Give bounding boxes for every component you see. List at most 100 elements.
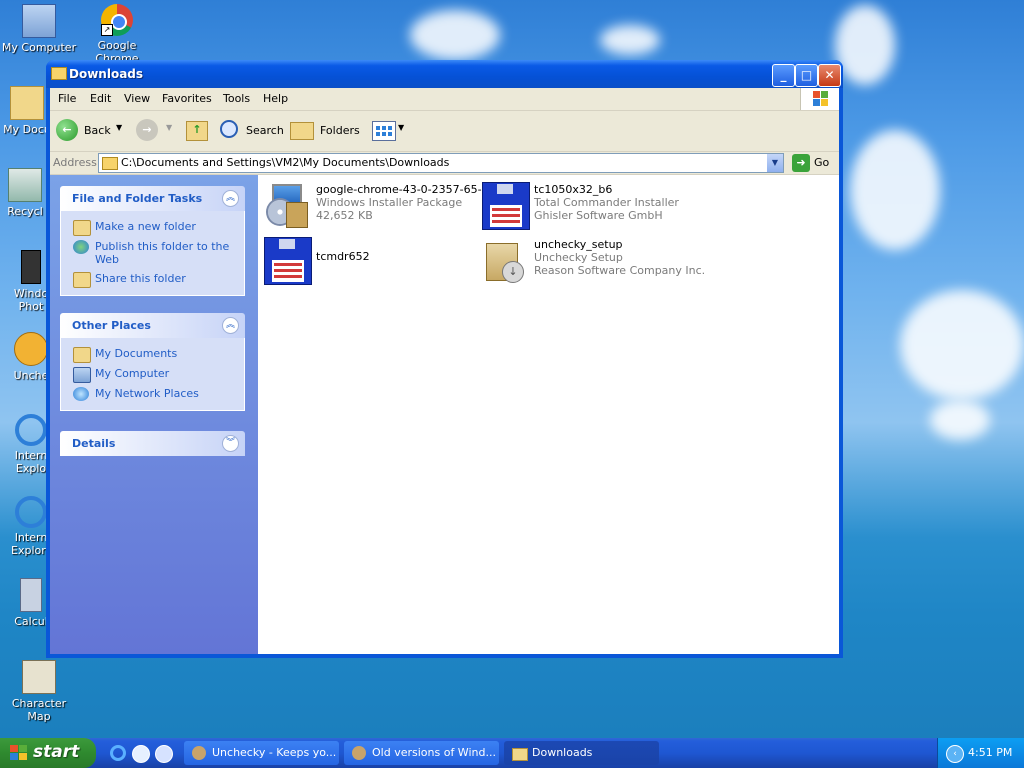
address-bar: Address C:\Documents and Settings\VM2\My…: [50, 152, 839, 175]
desktop-icon-label: Windo Phot: [13, 287, 49, 313]
forward-arrow-icon: →: [136, 119, 158, 141]
maximize-button[interactable]: □: [795, 64, 818, 87]
go-arrow-icon: ➜: [792, 154, 810, 172]
window-title: Downloads: [69, 67, 144, 81]
start-button[interactable]: start: [0, 738, 96, 768]
address-input[interactable]: C:\Documents and Settings\VM2\My Documen…: [98, 153, 784, 173]
panel-header[interactable]: File and Folder Tasks ︽: [60, 186, 245, 211]
my-documents-icon: [73, 347, 91, 363]
go-button[interactable]: ➜ Go: [792, 154, 834, 172]
menu-bar: File Edit View Favorites Tools Help: [50, 88, 839, 111]
network-icon: [73, 387, 89, 401]
shortcut-arrow-icon: ↗: [101, 24, 113, 36]
file-item[interactable]: tcmdr652: [260, 233, 480, 285]
recycle-bin-icon: [8, 168, 42, 202]
my-computer-link[interactable]: My Computer: [61, 364, 244, 384]
taskbar-item-unchecky[interactable]: Unchecky - Keeps yo...: [184, 741, 339, 765]
clock[interactable]: 4:51 PM: [968, 746, 1012, 759]
title-bar[interactable]: Downloads _ □ ✕: [46, 60, 843, 88]
desktop-icon-label: Unche: [13, 369, 49, 382]
windows-flag-icon: [10, 745, 28, 761]
floppy-disk-icon: [264, 237, 312, 285]
floppy-disk-icon: [482, 182, 530, 230]
unchecky-icon: [14, 332, 48, 366]
desktop-icon-label: Calcul: [14, 615, 48, 628]
collapse-chevron-icon[interactable]: ︽: [222, 190, 239, 207]
up-folder-icon: ↑: [186, 121, 208, 141]
desktop-icon-label: My Docu: [3, 123, 51, 136]
publish-folder-link[interactable]: Publish this folder to the Web: [61, 237, 244, 269]
folders-icon: [290, 122, 314, 140]
file-list: google-chrome-43-0-2357-65-... Windows I…: [258, 175, 839, 654]
internet-explorer-quicklaunch-icon[interactable]: [110, 745, 126, 761]
make-new-folder-link[interactable]: Make a new folder: [61, 217, 244, 237]
chrome-icon: ↗: [101, 4, 133, 36]
views-button[interactable]: ▼: [372, 119, 408, 143]
menu-help[interactable]: Help: [263, 92, 288, 105]
taskbar-item-downloads[interactable]: Downloads: [504, 741, 659, 765]
views-dropdown-icon[interactable]: ▼: [398, 123, 404, 132]
up-folder-button[interactable]: ↑: [186, 119, 210, 143]
desktop-icon-label: Recycl: [7, 205, 43, 218]
panel-header[interactable]: Details ︾: [60, 431, 245, 456]
expand-chevron-icon[interactable]: ︾: [222, 435, 239, 452]
other-places-panel: Other Places ︽ My Documents My Computer …: [60, 313, 245, 411]
outlook-quicklaunch-icon[interactable]: [132, 745, 150, 763]
task-pane: File and Folder Tasks ︽ Make a new folde…: [50, 175, 258, 654]
search-button[interactable]: Search: [218, 119, 284, 143]
show-hidden-icons-button[interactable]: ‹: [946, 745, 964, 763]
forward-dropdown-icon[interactable]: ▼: [166, 123, 172, 132]
desktop-icon-label: Intern Explo: [14, 449, 48, 475]
my-documents-link[interactable]: My Documents: [61, 344, 244, 364]
address-label: Address: [53, 156, 97, 169]
setup-box-icon: ↓: [482, 237, 528, 283]
file-item[interactable]: ↓ unchecky_setup Unchecky Setup Reason S…: [478, 233, 705, 283]
menu-edit[interactable]: Edit: [90, 92, 111, 105]
address-dropdown-icon[interactable]: ▼: [767, 154, 783, 172]
views-icon: [372, 121, 396, 141]
folder-icon: [102, 157, 118, 170]
folders-button[interactable]: Folders: [290, 119, 360, 143]
computer-icon: [73, 367, 91, 383]
explorer-window: Downloads _ □ ✕ File Edit View Favorites…: [46, 60, 843, 658]
folder-icon: [512, 748, 528, 761]
menu-file[interactable]: File: [58, 92, 76, 105]
close-button[interactable]: ✕: [818, 64, 841, 87]
desktop-icon-label: My Computer: [1, 41, 77, 54]
my-network-places-link[interactable]: My Network Places: [61, 384, 244, 404]
phone-icon: [21, 250, 41, 284]
taskbar-item-old-versions[interactable]: Old versions of Wind...: [344, 741, 499, 765]
share-folder-link[interactable]: Share this folder: [61, 269, 244, 289]
folder-icon: [51, 67, 67, 80]
back-dropdown-icon[interactable]: ▼: [116, 123, 122, 132]
collapse-chevron-icon[interactable]: ︽: [222, 317, 239, 334]
media-player-quicklaunch-icon[interactable]: [155, 745, 173, 763]
desktop-icon-google-chrome[interactable]: ↗ Google Chrome: [78, 4, 156, 65]
computer-icon: [22, 4, 56, 38]
desktop-icon-character-map[interactable]: Character Map: [0, 660, 78, 723]
file-and-folder-tasks-panel: File and Folder Tasks ︽ Make a new folde…: [60, 186, 245, 296]
panel-header[interactable]: Other Places ︽: [60, 313, 245, 338]
minimize-button[interactable]: _: [772, 64, 795, 87]
internet-explorer-icon: [15, 496, 47, 528]
internet-explorer-icon: [15, 414, 47, 446]
forward-button[interactable]: → ▼: [136, 119, 176, 143]
file-item[interactable]: google-chrome-43-0-2357-65-... Windows I…: [260, 178, 492, 228]
menu-favorites[interactable]: Favorites: [162, 92, 212, 105]
share-folder-icon: [73, 272, 91, 288]
menu-tools[interactable]: Tools: [223, 92, 250, 105]
taskbar: start Unchecky - Keeps yo... Old version…: [0, 738, 1024, 768]
search-icon: [220, 120, 238, 138]
toolbar: ← Back ▼ → ▼ ↑ Search Folders ▼: [50, 111, 839, 152]
menu-view[interactable]: View: [124, 92, 150, 105]
publish-web-icon: [73, 240, 89, 254]
back-arrow-icon: ←: [56, 119, 78, 141]
browser-icon: [352, 746, 366, 760]
file-item[interactable]: tc1050x32_b6 Total Commander Installer G…: [478, 178, 698, 230]
desktop-icon-my-computer[interactable]: My Computer: [0, 4, 78, 54]
desktop-icon-label: Intern Explore: [11, 531, 53, 557]
system-tray: ‹ 4:51 PM: [937, 738, 1024, 768]
back-button[interactable]: ← Back ▼: [56, 119, 126, 143]
desktop-icon-label: Character Map: [11, 697, 67, 723]
browser-icon: [192, 746, 206, 760]
